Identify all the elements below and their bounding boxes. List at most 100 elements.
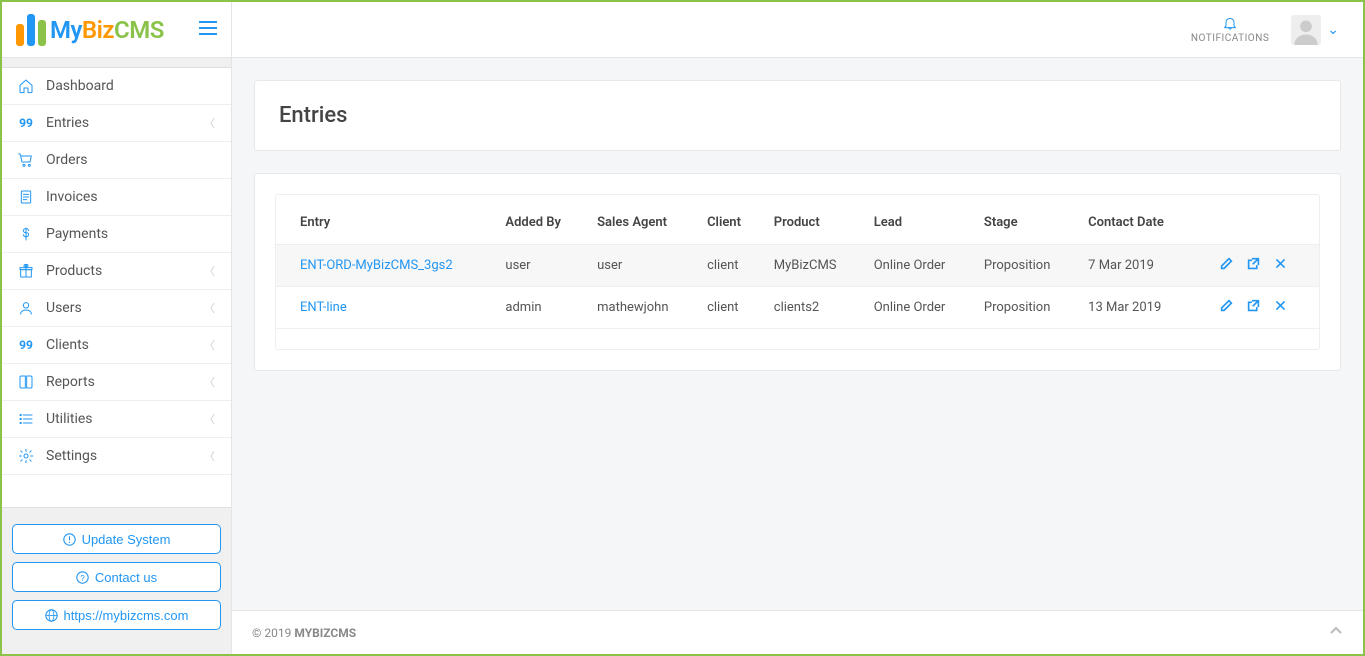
user-menu[interactable]: ⌄: [1291, 15, 1339, 45]
column-header[interactable]: Lead: [862, 201, 972, 245]
contact-us-button[interactable]: ? Contact us: [12, 562, 221, 592]
column-header[interactable]: Client: [695, 201, 762, 245]
gear-icon: [14, 448, 38, 464]
column-header[interactable]: Entry: [276, 201, 493, 245]
cell-sales-agent: user: [585, 245, 695, 287]
sidebar-item-label: Invoices: [46, 189, 215, 205]
logo-icon: [16, 14, 46, 46]
table-row: ENT-ORD-MyBizCMS_3gs2 user user client M…: [276, 245, 1319, 287]
edit-icon[interactable]: [1220, 299, 1233, 316]
99-icon: 99: [14, 116, 38, 130]
footer: © 2019 MYBIZCMS: [232, 610, 1363, 654]
sidebar-item-label: Clients: [46, 337, 204, 353]
sidebar-item-invoices[interactable]: Invoices: [2, 179, 231, 216]
sidebar-item-label: Reports: [46, 374, 204, 390]
user-icon: [14, 300, 38, 316]
book-icon: [14, 374, 38, 390]
main-content: Entries EntryAdded BySales AgentClientPr…: [232, 58, 1363, 654]
sidebar-item-label: Utilities: [46, 411, 204, 427]
column-header[interactable]: Sales Agent: [585, 201, 695, 245]
entries-table: EntryAdded BySales AgentClientProductLea…: [276, 201, 1319, 329]
dollar-icon: [14, 226, 38, 242]
home-icon: [14, 78, 38, 94]
sidebar: Dashboard 99 Entries 〈 Orders Invoices P…: [2, 58, 232, 654]
chevron-right-icon: 〈: [204, 300, 215, 316]
chevron-right-icon: 〈: [204, 374, 215, 390]
sidebar-item-users[interactable]: Users 〈: [2, 290, 231, 327]
sidebar-item-label: Dashboard: [46, 78, 215, 94]
list-icon: [14, 411, 38, 427]
page-title: Entries: [279, 103, 1316, 128]
cell-sales-agent: mathewjohn: [585, 287, 695, 329]
scroll-top-button[interactable]: [1329, 624, 1343, 641]
page-header-card: Entries: [254, 80, 1341, 151]
sidebar-item-settings[interactable]: Settings 〈: [2, 438, 231, 475]
menu-toggle-icon[interactable]: [199, 21, 217, 39]
gift-icon: [14, 263, 38, 279]
avatar: [1291, 15, 1321, 45]
sidebar-item-entries[interactable]: 99 Entries 〈: [2, 105, 231, 142]
sidebar-item-dashboard[interactable]: Dashboard: [2, 68, 231, 105]
table-row: ENT-line admin mathewjohn client clients…: [276, 287, 1319, 329]
cell-contact-date: 13 Mar 2019: [1076, 287, 1191, 329]
column-header[interactable]: Stage: [972, 201, 1076, 245]
update-system-button[interactable]: Update System: [12, 524, 221, 554]
open-icon[interactable]: [1247, 257, 1260, 274]
cell-client: client: [695, 245, 762, 287]
sidebar-item-label: Orders: [46, 152, 215, 168]
delete-icon[interactable]: [1274, 299, 1287, 316]
sidebar-item-payments[interactable]: Payments: [2, 216, 231, 253]
sidebar-item-utilities[interactable]: Utilities 〈: [2, 401, 231, 438]
chevron-right-icon: 〈: [204, 411, 215, 427]
website-link-button[interactable]: https://mybizcms.com: [12, 600, 221, 630]
logo-text: MyBizCMS: [50, 16, 164, 44]
chevron-right-icon: 〈: [204, 448, 215, 464]
sidebar-item-label: Users: [46, 300, 204, 316]
cell-lead: Online Order: [862, 287, 972, 329]
svg-text:?: ?: [80, 573, 85, 582]
chevron-right-icon: 〈: [204, 337, 215, 353]
sidebar-item-label: Payments: [46, 226, 215, 242]
cell-added-by: admin: [493, 287, 585, 329]
topbar: MyBizCMS NOTIFICATIONS ⌄: [2, 2, 1363, 58]
open-icon[interactable]: [1247, 299, 1260, 316]
sidebar-item-label: Entries: [46, 115, 204, 131]
99-icon: 99: [14, 338, 38, 352]
notifications-label: NOTIFICATIONS: [1191, 33, 1269, 44]
sidebar-item-products[interactable]: Products 〈: [2, 253, 231, 290]
footer-copyright: © 2019 MYBIZCMS: [252, 626, 356, 640]
column-header[interactable]: Added By: [493, 201, 585, 245]
sidebar-item-clients[interactable]: 99 Clients 〈: [2, 327, 231, 364]
chevron-right-icon: 〈: [204, 263, 215, 279]
edit-icon[interactable]: [1220, 257, 1233, 274]
column-actions: [1191, 201, 1319, 245]
cell-product: clients2: [762, 287, 862, 329]
cell-product: MyBizCMS: [762, 245, 862, 287]
cell-stage: Proposition: [972, 245, 1076, 287]
cell-added-by: user: [493, 245, 585, 287]
sidebar-item-orders[interactable]: Orders: [2, 142, 231, 179]
cell-lead: Online Order: [862, 245, 972, 287]
cell-client: client: [695, 287, 762, 329]
chevron-right-icon: 〈: [204, 115, 215, 131]
chevron-down-icon: ⌄: [1327, 22, 1339, 38]
delete-icon[interactable]: [1274, 257, 1287, 274]
column-header[interactable]: Contact Date: [1076, 201, 1191, 245]
sidebar-item-label: Settings: [46, 448, 204, 464]
sidebar-item-label: Products: [46, 263, 204, 279]
sidebar-footer: Update System ? Contact us https://mybiz…: [2, 507, 231, 654]
entry-link[interactable]: ENT-ORD-MyBizCMS_3gs2: [300, 258, 453, 273]
notifications-button[interactable]: NOTIFICATIONS: [1191, 15, 1269, 44]
entry-link[interactable]: ENT-line: [300, 300, 347, 315]
cell-contact-date: 7 Mar 2019: [1076, 245, 1191, 287]
sidebar-item-reports[interactable]: Reports 〈: [2, 364, 231, 401]
logo-area: MyBizCMS: [2, 2, 232, 58]
sidebar-nav: Dashboard 99 Entries 〈 Orders Invoices P…: [2, 68, 231, 475]
topbar-right: NOTIFICATIONS ⌄: [1191, 2, 1363, 57]
column-header[interactable]: Product: [762, 201, 862, 245]
entries-panel: EntryAdded BySales AgentClientProductLea…: [254, 173, 1341, 371]
invoice-icon: [14, 189, 38, 205]
cart-icon: [14, 152, 38, 168]
bell-icon: [1222, 15, 1238, 31]
cell-stage: Proposition: [972, 287, 1076, 329]
